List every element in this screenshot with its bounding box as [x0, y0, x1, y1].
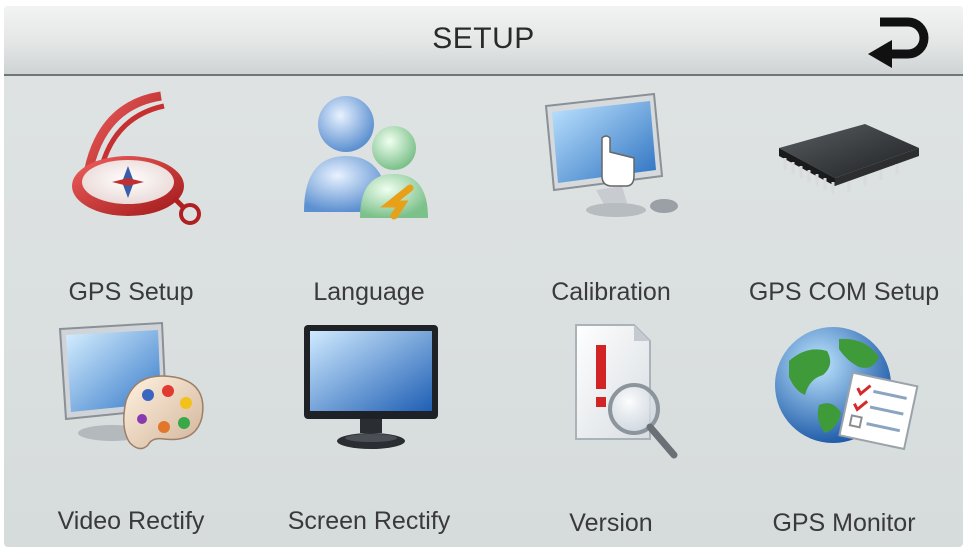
menu-item-language[interactable]: Language — [254, 76, 484, 306]
menu-item-gps-monitor[interactable]: GPS Monitor — [729, 311, 959, 537]
menu-item-label: GPS COM Setup — [748, 278, 940, 306]
menu-item-label: GPS Setup — [68, 278, 194, 306]
compass-icon — [72, 91, 201, 225]
menu-grid: GPS Setup Language Calibration GPS COM S… — [4, 76, 963, 547]
menu-item-gps-setup[interactable]: GPS Setup — [16, 76, 246, 306]
menu-item-gps-com-setup[interactable]: GPS COM Setup — [729, 76, 959, 306]
menu-item-label: Video Rectify — [57, 507, 205, 535]
page-title: SETUP — [432, 22, 535, 55]
menu-item-video-rectify[interactable]: Video Rectify — [16, 311, 246, 535]
menu-item-screen-rectify[interactable]: Screen Rectify — [254, 311, 484, 535]
menu-item-label: Language — [313, 278, 425, 306]
globe-checklist-icon — [775, 327, 919, 451]
menu-item-label: GPS Monitor — [772, 509, 916, 537]
document-magnifier-icon — [575, 324, 678, 459]
title-bar: SETUP — [4, 6, 963, 76]
touch-calibration-monitor-icon — [544, 92, 678, 217]
monitor-palette-icon — [58, 321, 204, 450]
menu-item-label: Screen Rectify — [287, 507, 451, 535]
menu-item-label: Calibration — [551, 278, 671, 306]
monitor-icon — [304, 325, 438, 449]
users-language-icon — [304, 96, 428, 220]
menu-item-label: Version — [569, 509, 653, 537]
menu-item-calibration[interactable]: Calibration — [496, 76, 726, 306]
return-arrow-icon — [868, 17, 929, 68]
chip-icon — [779, 124, 919, 194]
back-button[interactable] — [860, 10, 940, 72]
setup-screen: SETUP GPS Setup Language Calibration GPS… — [4, 6, 963, 547]
menu-item-version[interactable]: Version — [496, 311, 726, 537]
